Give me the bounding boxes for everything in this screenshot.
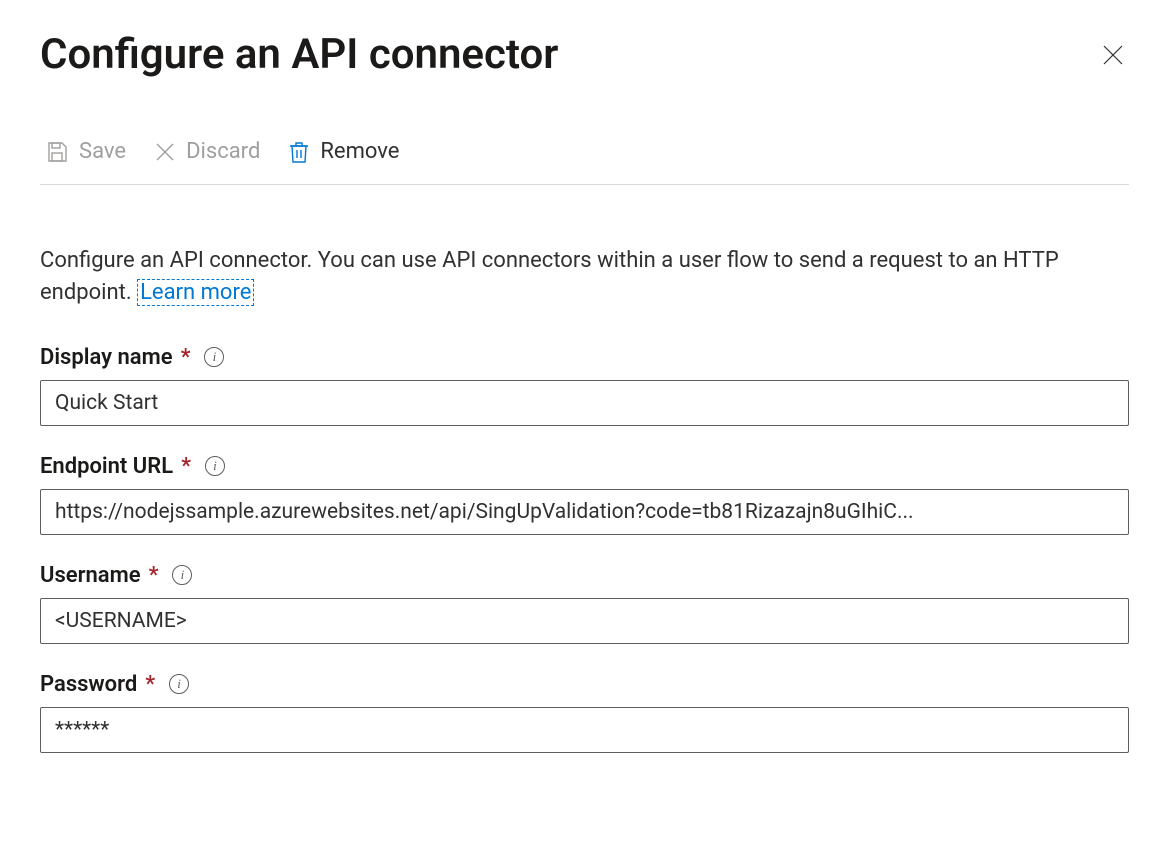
remove-button[interactable]: Remove bbox=[288, 139, 399, 164]
save-label: Save bbox=[79, 139, 126, 164]
info-icon[interactable]: i bbox=[169, 674, 189, 694]
learn-more-link[interactable]: Learn more bbox=[137, 279, 254, 306]
endpoint-url-input[interactable] bbox=[40, 489, 1129, 535]
info-icon[interactable]: i bbox=[204, 347, 224, 367]
password-label: Password bbox=[40, 672, 137, 697]
username-label: Username bbox=[40, 563, 141, 588]
toolbar: Save Discard Remove bbox=[40, 139, 1129, 185]
remove-label: Remove bbox=[320, 139, 399, 164]
info-icon[interactable]: i bbox=[172, 565, 192, 585]
required-indicator: * bbox=[181, 454, 191, 479]
info-icon[interactable]: i bbox=[205, 456, 225, 476]
display-name-input[interactable] bbox=[40, 380, 1129, 426]
required-indicator: * bbox=[181, 345, 191, 370]
close-icon bbox=[1102, 44, 1124, 66]
save-icon bbox=[45, 140, 69, 164]
endpoint-url-label: Endpoint URL bbox=[40, 454, 173, 479]
trash-icon bbox=[288, 140, 310, 164]
display-name-label: Display name bbox=[40, 345, 173, 370]
username-input[interactable] bbox=[40, 598, 1129, 644]
save-button[interactable]: Save bbox=[45, 139, 126, 164]
discard-icon bbox=[154, 141, 176, 163]
password-input[interactable] bbox=[40, 707, 1129, 753]
required-indicator: * bbox=[149, 563, 159, 588]
discard-button[interactable]: Discard bbox=[154, 139, 260, 164]
description-text: Configure an API connector. You can use … bbox=[40, 245, 1129, 309]
required-indicator: * bbox=[145, 672, 155, 697]
discard-label: Discard bbox=[186, 139, 260, 164]
page-title: Configure an API connector bbox=[40, 30, 558, 79]
close-button[interactable] bbox=[1097, 39, 1129, 71]
